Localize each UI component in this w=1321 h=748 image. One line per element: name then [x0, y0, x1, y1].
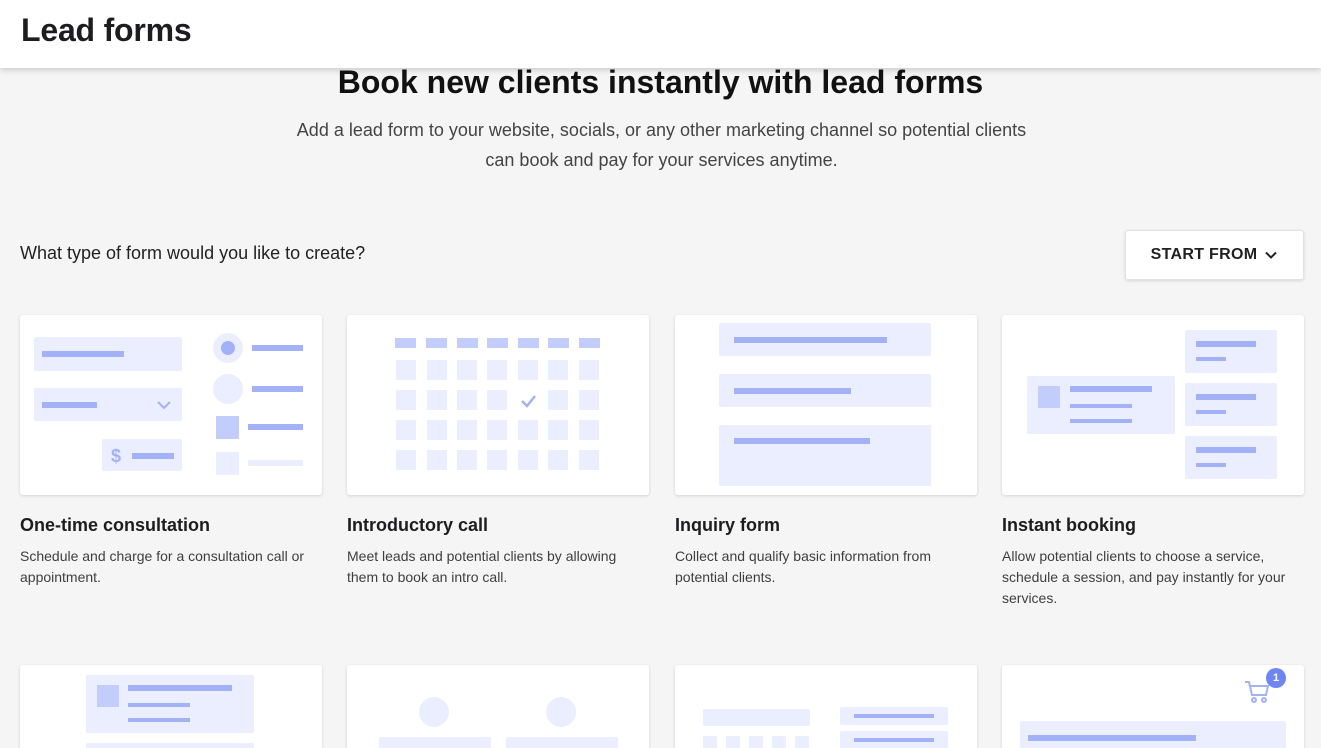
start-from-label: START FROM [1150, 246, 1258, 263]
card-illustration [675, 315, 977, 495]
card-row2-2[interactable] [347, 665, 649, 748]
card-inquiry-form[interactable]: Inquiry form Collect and qualify basic i… [675, 315, 977, 588]
card-row2-1[interactable] [20, 665, 322, 748]
row2-illustration-3 [703, 707, 948, 748]
inquiry-form-illustration [719, 323, 931, 486]
card-illustration: 1 [1002, 665, 1304, 748]
card-illustration: $ [20, 315, 322, 495]
calendar-illustration [395, 338, 600, 470]
card-illustration [347, 315, 649, 495]
card-description: Collect and qualify basic information fr… [675, 548, 932, 585]
card-description: Schedule and charge for a consultation c… [20, 548, 305, 585]
row2-illustration-1 [86, 675, 254, 748]
card-illustration [675, 665, 977, 748]
page-title: Lead forms [21, 12, 192, 48]
card-introductory-call[interactable]: Introductory call Meet leads and potenti… [347, 315, 649, 588]
svg-text:$: $ [111, 446, 121, 466]
card-instant-booking[interactable]: Instant booking Allow potential clients … [1002, 315, 1304, 609]
card-row2-4[interactable]: 1 [1002, 665, 1304, 748]
row2-illustration-2 [379, 697, 618, 748]
start-from-button[interactable]: START FROM [1125, 230, 1304, 280]
top-bar: Lead forms [0, 0, 1321, 68]
cart-count-badge: 1 [1266, 668, 1286, 688]
instant-booking-illustration [1027, 330, 1277, 479]
card-description: Allow potential clients to choose a serv… [1002, 548, 1286, 606]
card-description: Meet leads and potential clients by allo… [347, 548, 617, 585]
card-one-time-consultation[interactable]: $ One-time consultation Schedule and cha… [20, 315, 322, 588]
card-illustration [20, 665, 322, 748]
card-title: One-time consultation [20, 515, 211, 535]
card-illustration [1002, 315, 1304, 495]
card-illustration [347, 665, 649, 748]
consultation-form-illustration: $ [34, 333, 303, 475]
hero-subtitle: Add a lead form to your website, socials… [296, 120, 1027, 170]
chevron-down-icon [1265, 251, 1278, 259]
form-type-question: What type of form would you like to crea… [20, 243, 366, 263]
card-title: Instant booking [1002, 515, 1136, 535]
card-title: Inquiry form [675, 515, 781, 535]
hero-title: Book new clients instantly with lead for… [337, 64, 984, 100]
card-title: Introductory call [347, 515, 489, 535]
card-row2-3[interactable] [675, 665, 977, 748]
